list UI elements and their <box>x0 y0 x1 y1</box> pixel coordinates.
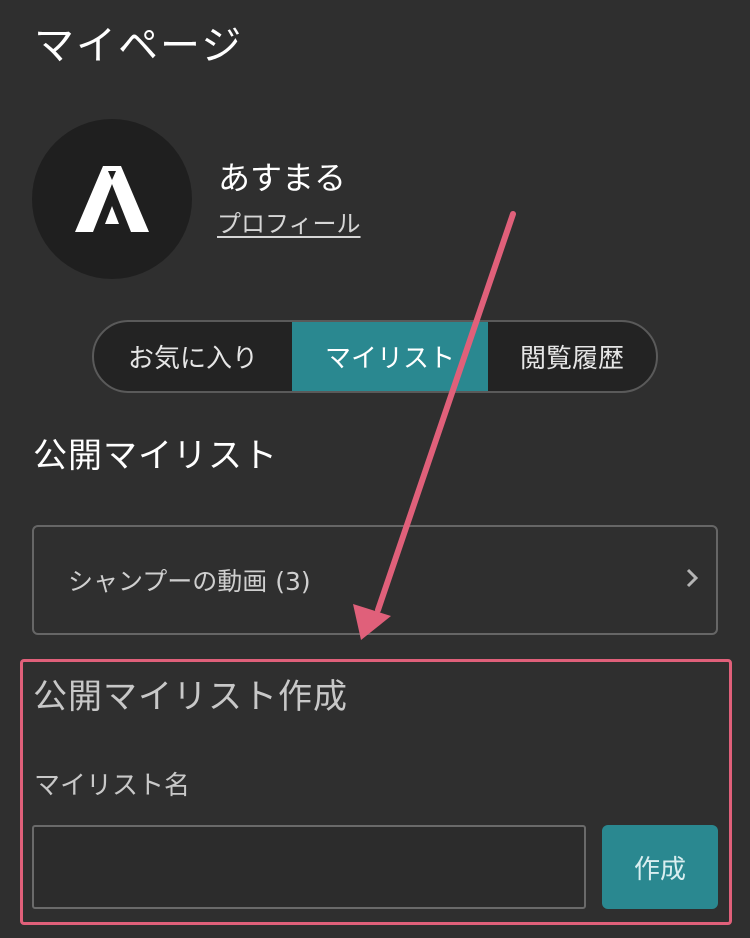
mylist-item[interactable]: シャンプーの動画 (3) <box>32 525 718 635</box>
create-mylist-heading: 公開マイリスト作成 <box>33 677 348 717</box>
avatar <box>32 119 192 279</box>
tab-bar: お気に入り マイリスト 閲覧履歴 <box>92 320 658 393</box>
profile-link[interactable]: プロフィール <box>217 208 361 240</box>
page-title: マイページ <box>34 23 244 69</box>
mylist-name-input[interactable] <box>32 825 586 909</box>
letter-a-logo-icon <box>75 166 149 232</box>
my-page: マイページ あすまる プロフィール お気に入り マイリスト 閲覧履歴 公開マイリ… <box>0 0 750 938</box>
create-button[interactable]: 作成 <box>602 825 718 909</box>
chevron-right-icon <box>684 566 700 594</box>
mylist-item-label: シャンプーの動画 (3) <box>68 567 311 596</box>
tab-history[interactable]: 閲覧履歴 <box>488 322 656 391</box>
tab-mylist[interactable]: マイリスト <box>292 322 488 391</box>
username: あすまる <box>218 159 347 197</box>
tab-favorites[interactable]: お気に入り <box>94 322 292 391</box>
mylist-name-label: マイリスト名 <box>34 771 191 801</box>
public-mylist-heading: 公開マイリスト <box>33 436 278 476</box>
